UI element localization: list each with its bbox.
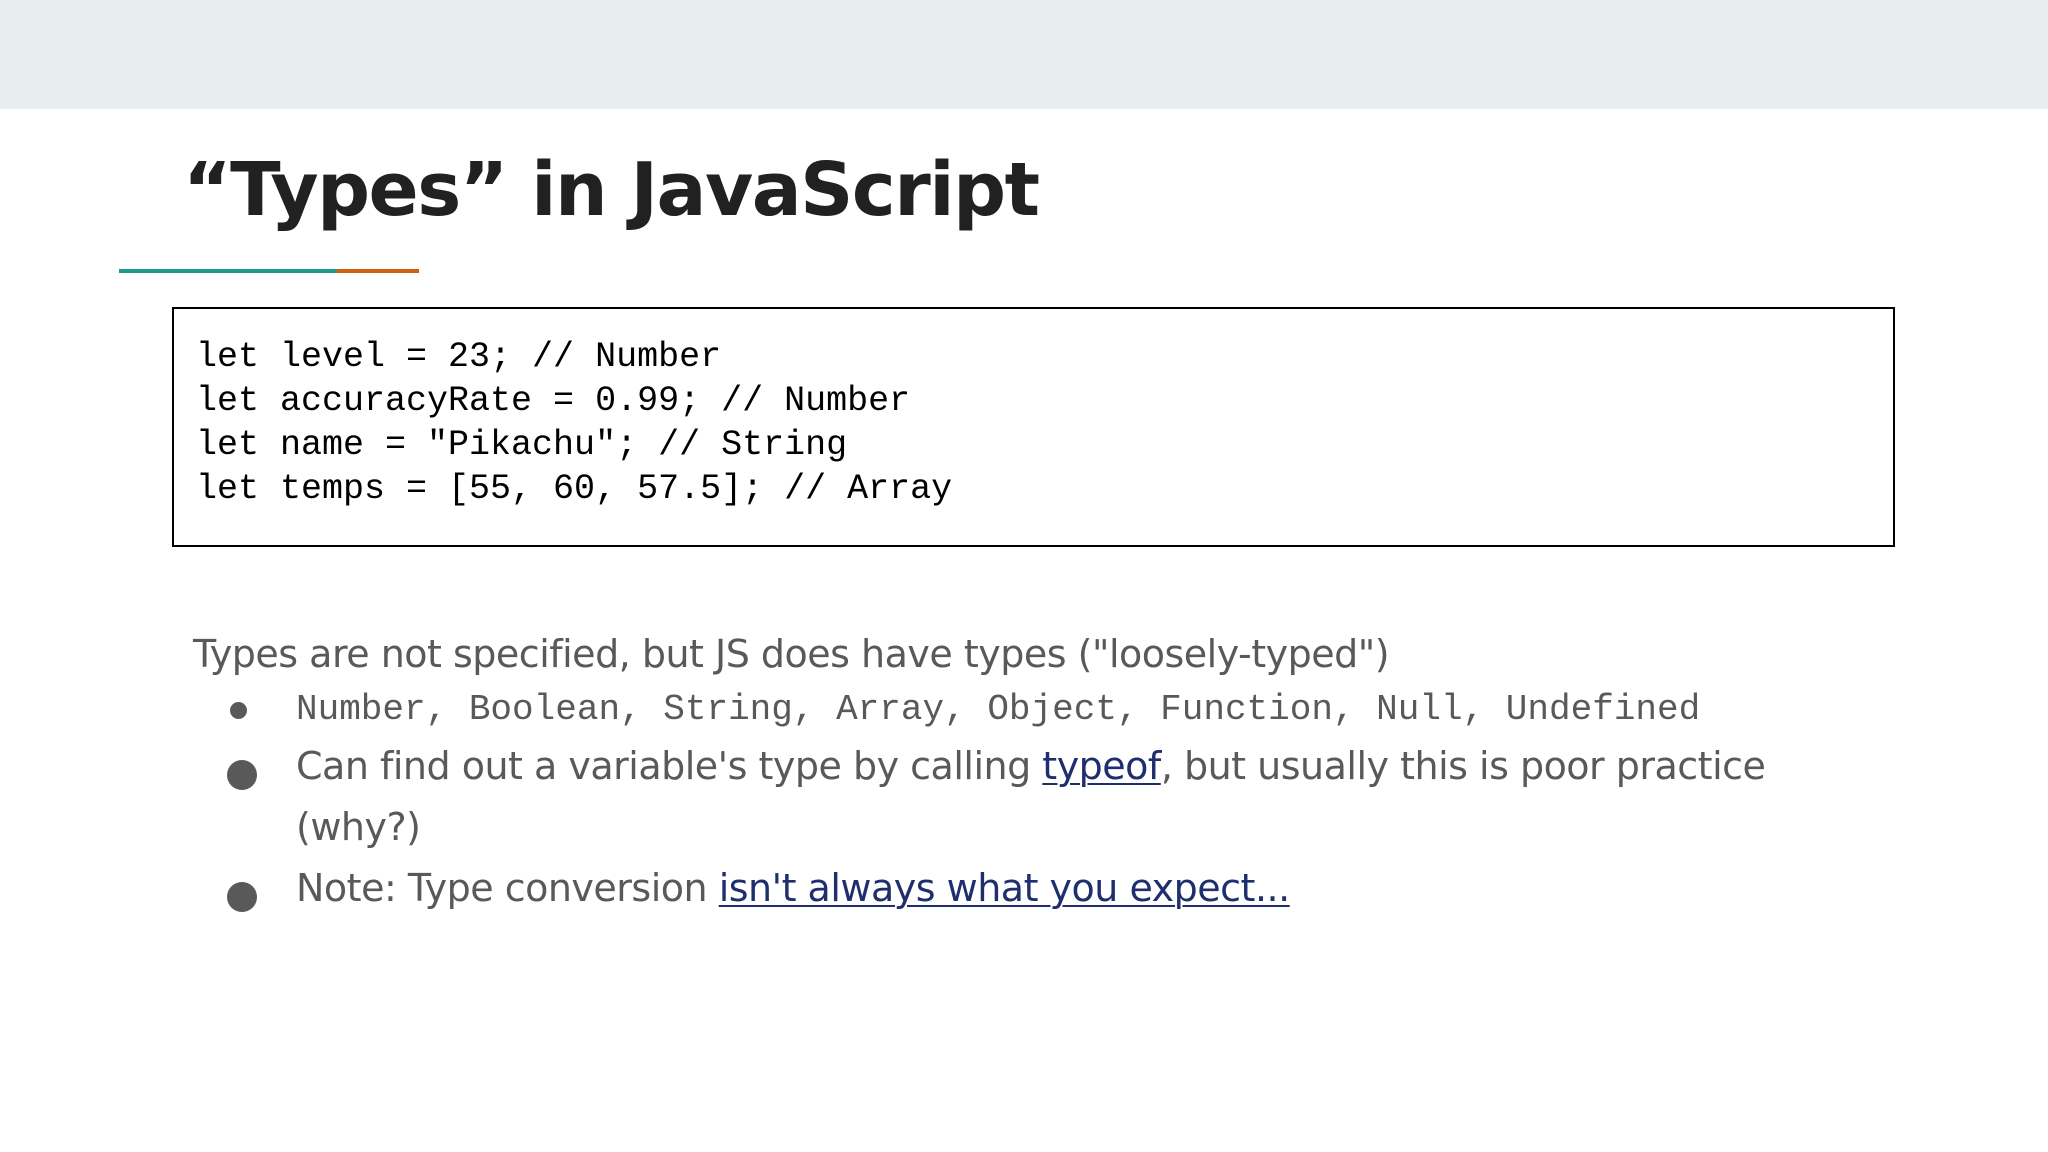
code-block: let level = 23; // Number let accuracyRa… [172, 307, 1895, 547]
note-text-before: Note: Type conversion [296, 866, 719, 910]
bullet-dot-icon [230, 702, 247, 719]
bullet-dot-icon [227, 882, 257, 912]
top-band [0, 0, 2048, 109]
typeof-link[interactable]: typeof [1042, 744, 1161, 788]
code-line: let name = "Pikachu"; // String [196, 425, 848, 465]
slide-title: “Types” in JavaScript [183, 147, 1040, 233]
slide: “Types” in JavaScript let level = 23; //… [0, 0, 2048, 1152]
title-underline-teal [119, 269, 337, 273]
bullet-types-list: Number, Boolean, String, Array, Object, … [193, 686, 1893, 734]
intro-text: Types are not specified, but JS does hav… [193, 632, 1390, 676]
title-underline-orange [337, 269, 419, 273]
typeof-text-before: Can find out a variable's type by callin… [296, 744, 1043, 788]
code-line: let level = 23; // Number [196, 337, 722, 377]
bullet-dot-icon [227, 760, 257, 790]
types-list-text: Number, Boolean, String, Array, Object, … [296, 689, 1701, 730]
code-line: let temps = [55, 60, 57.5]; // Array [196, 469, 953, 509]
code-line: let accuracyRate = 0.99; // Number [196, 381, 911, 421]
bullet-list: Number, Boolean, String, Array, Object, … [193, 686, 1893, 919]
bullet-note: Note: Type conversion isn't always what … [193, 858, 1893, 919]
type-conversion-link[interactable]: isn't always what you expect... [719, 866, 1291, 910]
body-content: Types are not specified, but JS does hav… [193, 624, 1893, 919]
bullet-typeof: Can find out a variable's type by callin… [193, 736, 1893, 858]
